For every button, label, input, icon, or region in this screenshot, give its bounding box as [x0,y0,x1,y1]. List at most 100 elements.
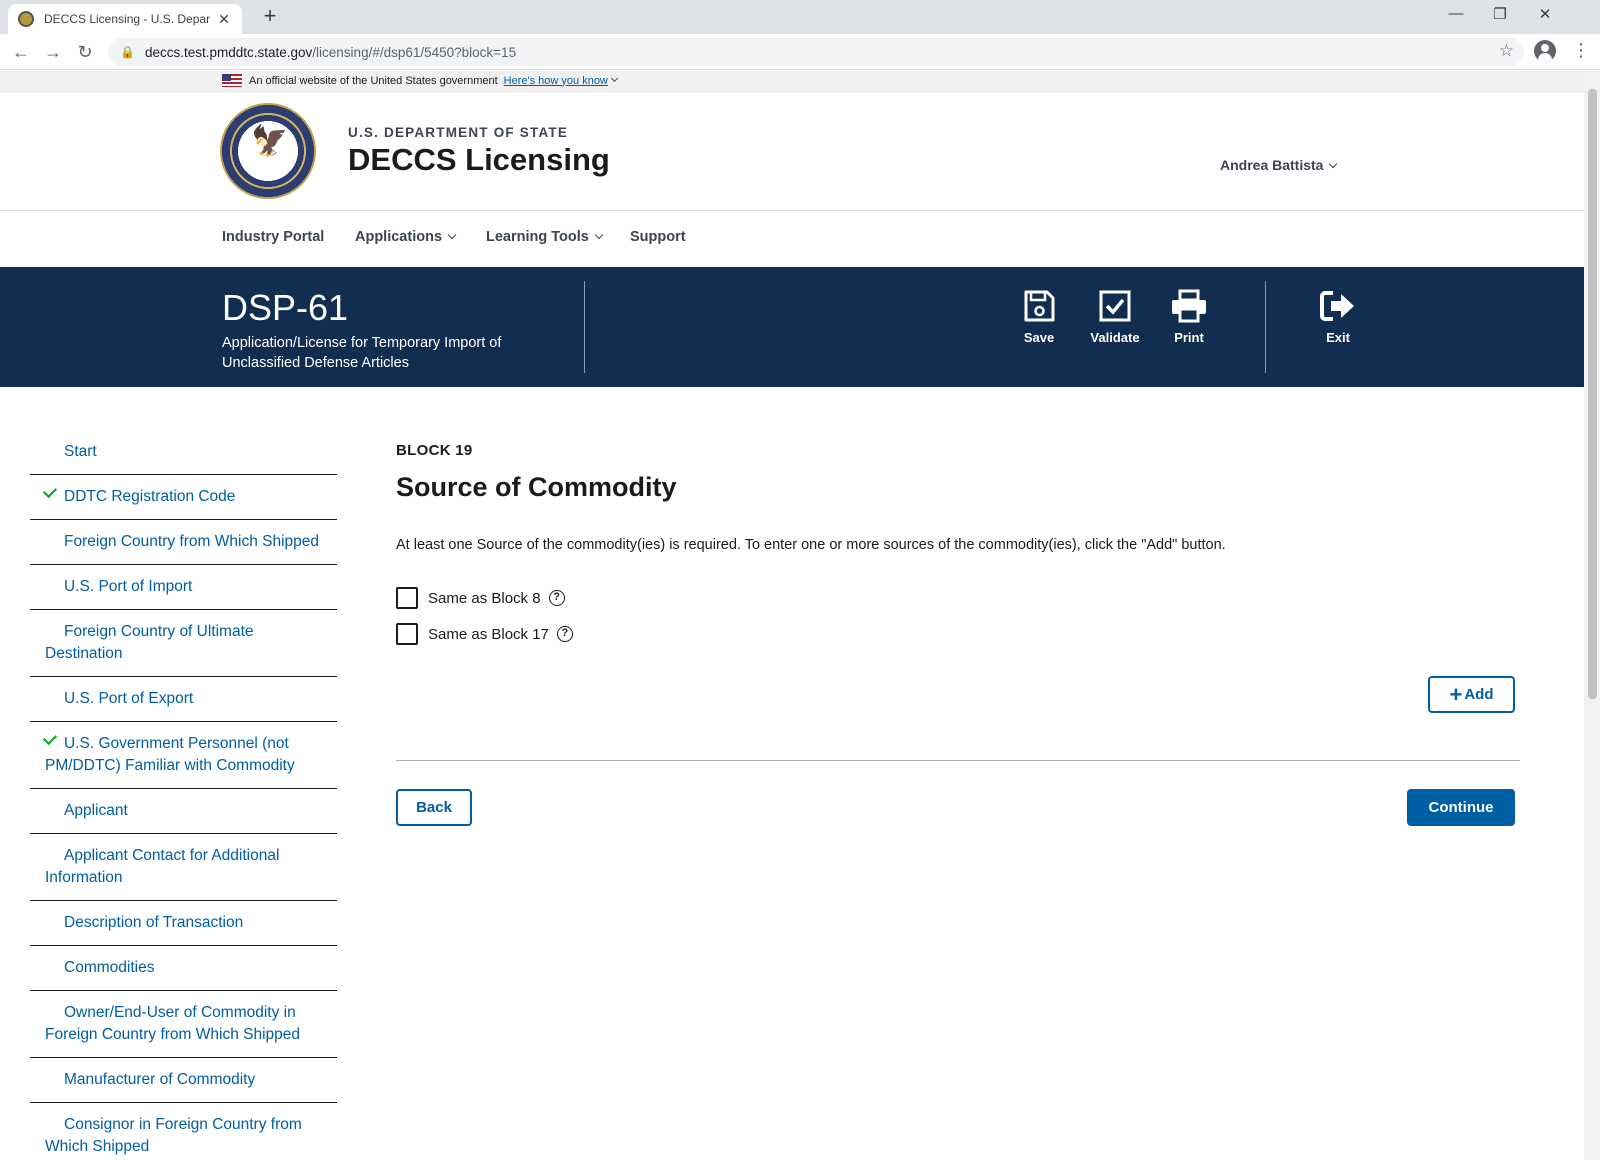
browser-toolbar: ← → ↻ 🔒 deccs.test.pmddtc.state.gov/lice… [0,34,1600,70]
sidebar-item-label: Foreign Country of Ultimate Destination [45,623,254,662]
nav-label: Applications [355,229,443,245]
validate-label: Validate [1090,330,1140,345]
back-arrow-icon[interactable]: ← [8,39,34,65]
gov-banner-link[interactable]: Here's how you know [503,74,618,87]
sidebar-item[interactable]: U.S. Government Personnel (not PM/DDTC) … [30,722,337,789]
sidebar-item[interactable]: Foreign Country of Ultimate Destination [30,610,337,677]
restore-icon[interactable]: ❐ [1488,5,1512,27]
same-as-block-8-checkbox[interactable] [396,587,418,609]
user-menu[interactable]: Andrea Battista [1220,157,1338,173]
chevron-down-icon [1329,159,1338,169]
same-as-block-17-option: Same as Block 17 ? [396,623,573,645]
new-tab-icon[interactable]: + [258,5,282,29]
user-name: Andrea Battista [1220,157,1324,173]
close-tab-icon[interactable]: ✕ [216,11,232,28]
same-as-block-17-label[interactable]: Same as Block 17 [428,626,549,643]
sidebar-item-label: Applicant Contact for Additional Informa… [45,847,280,886]
sidebar-item[interactable]: Foreign Country from Which Shipped [30,520,337,565]
print-button[interactable]: Print [1154,289,1224,345]
sidebar-item[interactable]: U.S. Port of Export [30,677,337,722]
nav-label: Industry Portal [222,229,325,245]
validate-button[interactable]: Validate [1080,289,1150,345]
same-as-block-8-label[interactable]: Same as Block 8 [428,590,541,607]
browser-tab[interactable]: DECCS Licensing - U.S. Department of Sta… [8,4,242,34]
add-label: Add [1464,686,1494,703]
form-code: DSP-61 [222,287,349,328]
department-name: U.S. DEPARTMENT OF STATE [348,125,569,140]
sidebar-item[interactable]: Description of Transaction [30,901,337,946]
profile-icon[interactable] [1534,40,1556,62]
sidebar-item-label: U.S. Government Personnel (not PM/DDTC) … [45,735,295,774]
sidebar-item-label: Applicant [64,802,128,819]
sidebar-item-label: Description of Transaction [64,914,244,931]
site-title[interactable]: DECCS Licensing [348,142,610,178]
page-scrollbar[interactable] [1584,71,1600,1160]
sidebar-item[interactable]: Applicant Contact for Additional Informa… [30,834,337,901]
chevron-down-icon [594,230,604,240]
sidebar-item-label: DDTC Registration Code [64,488,236,505]
nav-learning-tools[interactable]: Learning Tools [486,229,604,245]
sidebar-item[interactable]: Applicant [30,789,337,834]
sidebar-item[interactable]: Commodities [30,946,337,991]
minimize-icon[interactable]: — [1444,5,1468,27]
form-description: Application/License for Temporary Import… [222,335,502,371]
scrollbar-thumb[interactable] [1588,89,1597,699]
print-label: Print [1174,330,1204,345]
instructions-text: At least one Source of the commodity(ies… [396,537,1226,553]
save-icon [1024,290,1055,322]
eagle-icon: 🦅 [251,125,289,158]
sidebar-item[interactable]: Manufacturer of Commodity [30,1058,337,1103]
chevron-down-icon [447,230,457,240]
add-source-button[interactable]: + Add [1428,676,1515,713]
form-banner: DSP-61 Application/License for Temporary… [0,267,1584,387]
gov-banner: An official website of the United States… [0,71,1584,93]
sidebar-item[interactable]: U.S. Port of Import [30,565,337,610]
us-flag-icon [222,74,242,87]
checkmark-icon [42,730,58,746]
close-window-icon[interactable]: ✕ [1533,5,1557,27]
seal-favicon-icon [18,11,34,27]
checkbox-checked-icon [1099,290,1131,322]
main-nav: Industry Portal Applications Learning To… [0,212,1584,267]
browser-menu-icon[interactable]: ⋮ [1572,40,1590,61]
nav-support[interactable]: Support [630,229,686,245]
forward-arrow-icon[interactable]: → [40,39,66,65]
sidebar-item-label: Commodities [64,959,155,976]
exit-button[interactable]: Exit [1303,289,1373,345]
page-title: Source of Commodity [396,472,677,502]
bookmark-star-icon[interactable]: ☆ [1499,41,1514,61]
chevron-down-icon [610,74,618,82]
sidebar-item[interactable]: Consignor in Foreign Country from Which … [30,1103,337,1160]
nav-applications[interactable]: Applications [355,229,457,245]
sidebar-item[interactable]: DDTC Registration Code [30,475,337,520]
sidebar-item[interactable]: Start [30,430,337,475]
url-path: /licensing/#/dsp61/5450?block=15 [312,44,517,60]
block-sidenav: Start DDTC Registration Code Foreign Count… [30,430,337,1160]
same-as-block-17-checkbox[interactable] [396,623,418,645]
save-button[interactable]: Save [1004,289,1074,345]
help-icon[interactable]: ? [548,590,565,606]
gov-banner-link-text: Here's how you know [503,74,608,87]
browser-tab-bar: DECCS Licensing - U.S. Department of Sta… [0,0,1600,34]
checkmark-icon [42,483,58,499]
site-header: 🦅 U.S. DEPARTMENT OF STATE DECCS Licensi… [0,93,1584,211]
sidebar-item[interactable]: Owner/End-User of Commodity in Foreign C… [30,991,337,1058]
printer-icon [1172,289,1206,323]
url-text: deccs.test.pmddtc.state.gov/licensing/#/… [145,45,516,60]
help-icon[interactable]: ? [556,626,573,642]
divider [396,760,1520,761]
back-button[interactable]: Back [396,789,472,826]
banner-divider [584,281,585,373]
nav-label: Learning Tools [486,229,589,245]
lock-icon: 🔒 [120,45,135,59]
department-seal-icon[interactable]: 🦅 [220,103,316,199]
plus-icon: + [1449,681,1463,707]
sidebar-item-label: Owner/End-User of Commodity in Foreign C… [45,1004,301,1043]
nav-industry-portal[interactable]: Industry Portal [222,229,324,245]
banner-divider [1265,281,1266,373]
sidebar-item-label: U.S. Port of Import [64,578,193,595]
address-bar[interactable]: 🔒 deccs.test.pmddtc.state.gov/licensing/… [108,38,1524,66]
reload-icon[interactable]: ↻ [72,39,98,65]
sidebar-item-label: Start [64,443,97,460]
continue-button[interactable]: Continue [1407,789,1515,826]
